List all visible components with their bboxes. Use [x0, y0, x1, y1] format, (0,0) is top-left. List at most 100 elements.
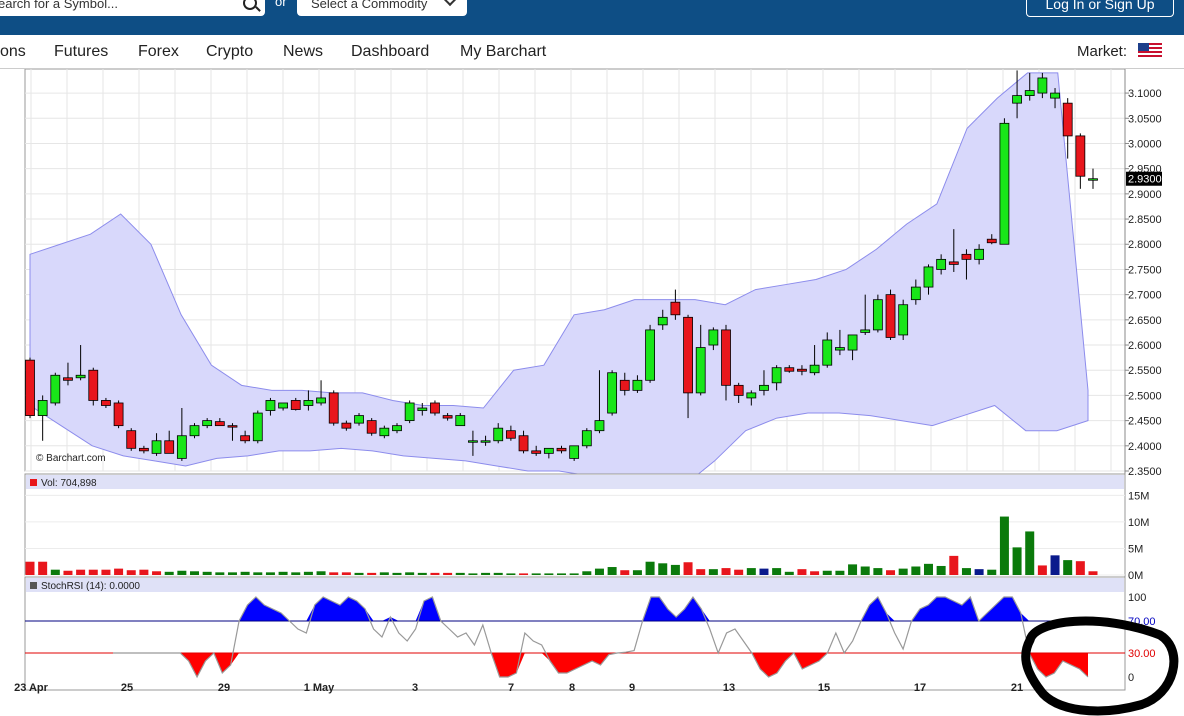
- volume-bar: [747, 568, 756, 575]
- main-nav: ons Futures Forex Crypto News Dashboard …: [0, 35, 1184, 68]
- us-flag-icon[interactable]: [1138, 43, 1162, 59]
- volume-bar: [266, 572, 275, 575]
- volume-bar: [595, 569, 604, 575]
- volume-bar: [430, 573, 439, 575]
- symbol-search-input[interactable]: earch for a Symbol...: [0, 0, 265, 16]
- volume-bar: [873, 568, 882, 575]
- price-tick-label: 2.6500: [1128, 315, 1162, 327]
- candle-body: [1038, 78, 1047, 93]
- login-button[interactable]: Log In or Sign Up: [1026, 0, 1174, 17]
- candle-body: [228, 426, 237, 428]
- candle-body: [519, 436, 528, 451]
- candle-body: [772, 368, 781, 383]
- candle: [114, 400, 123, 428]
- candle: [430, 400, 439, 415]
- price-tick-label: 3.1000: [1128, 88, 1162, 100]
- candle: [582, 428, 591, 448]
- candle-body: [949, 262, 958, 265]
- search-icon[interactable]: [243, 0, 257, 10]
- candle-body: [380, 428, 389, 436]
- candle: [405, 400, 414, 423]
- price-tick-label: 2.3500: [1128, 466, 1162, 478]
- volume-bar: [759, 569, 768, 575]
- volume-bar: [127, 570, 136, 575]
- volume-tick-label: 15M: [1128, 490, 1149, 502]
- volume-bar: [228, 572, 237, 575]
- volume-panel: Vol: 704,89815M10M5M0M: [25, 474, 1149, 582]
- price-tick-label: 2.4500: [1128, 416, 1162, 428]
- candle: [127, 428, 136, 451]
- candle-body: [329, 393, 338, 423]
- price-chart[interactable]: 3.10003.05003.00002.95002.90002.85002.80…: [0, 69, 1184, 716]
- volume-bar: [1038, 565, 1047, 575]
- volume-bar: [620, 570, 629, 575]
- volume-bar: [557, 573, 566, 575]
- volume-bar: [544, 573, 553, 575]
- candle-body: [1025, 91, 1034, 96]
- nav-item-crypto[interactable]: Crypto: [206, 43, 253, 61]
- candle-body: [481, 441, 490, 443]
- candle-body: [582, 431, 591, 446]
- volume-bar: [291, 572, 300, 575]
- price-tick-label: 3.0500: [1128, 113, 1162, 125]
- nav-item-forex[interactable]: Forex: [138, 43, 179, 61]
- candle-body: [658, 317, 667, 325]
- candle-body: [633, 380, 642, 390]
- nav-item-news[interactable]: News: [283, 43, 323, 61]
- price-tick-label: 2.7000: [1128, 290, 1162, 302]
- candle-body: [861, 330, 870, 333]
- volume-bar: [506, 573, 515, 575]
- candle-body: [266, 400, 275, 410]
- volume-bar: [468, 573, 477, 575]
- volume-bar: [797, 569, 806, 575]
- nav-item-options[interactable]: ons: [0, 43, 26, 61]
- date-label: 7: [508, 682, 514, 694]
- candle-body: [1076, 136, 1085, 176]
- volume-bar: [165, 572, 174, 575]
- volume-bar: [380, 572, 389, 575]
- candle-body: [114, 403, 123, 426]
- volume-bar: [861, 567, 870, 576]
- candle-body: [595, 421, 604, 431]
- volume-bar: [342, 572, 351, 575]
- stochrsi-panel: StochRSI (14): 0.000010070.0030.000: [25, 577, 1156, 690]
- volume-bar: [1051, 555, 1060, 575]
- date-label: 9: [629, 682, 635, 694]
- nav-item-my-barchart[interactable]: My Barchart: [460, 43, 546, 61]
- candle-body: [430, 403, 439, 413]
- candle-body: [1051, 93, 1060, 98]
- candle-body: [823, 340, 832, 365]
- candle-body: [468, 441, 477, 443]
- candle-body: [709, 330, 718, 345]
- volume-bar: [304, 572, 313, 575]
- commodity-select[interactable]: Select a Commodity: [297, 0, 467, 16]
- volume-label: Vol: 704,898: [41, 478, 97, 489]
- stochrsi-label: StochRSI (14): 0.0000: [41, 581, 140, 592]
- date-label: 3: [412, 682, 418, 694]
- volume-bar: [1063, 560, 1072, 575]
- volume-bar: [1013, 547, 1022, 575]
- nav-item-dashboard[interactable]: Dashboard: [351, 43, 429, 61]
- last-price-label: 2.9300: [1128, 174, 1162, 186]
- volume-bar: [405, 572, 414, 575]
- price-tick-label: 2.6000: [1128, 340, 1162, 352]
- volume-bar: [481, 573, 490, 575]
- candle-body: [962, 254, 971, 259]
- date-label: 21: [1011, 682, 1023, 694]
- candle-body: [203, 421, 212, 426]
- candle: [899, 300, 908, 340]
- volume-bar: [190, 571, 199, 575]
- volume-header: [26, 475, 1124, 489]
- volume-bar: [1076, 561, 1085, 575]
- candle-body: [886, 295, 895, 338]
- volume-bar: [924, 564, 933, 575]
- candle-body: [987, 239, 996, 243]
- candle-body: [152, 441, 161, 454]
- volume-bar: [772, 568, 781, 575]
- search-placeholder: earch for a Symbol...: [0, 0, 118, 16]
- volume-bar: [608, 567, 617, 575]
- candle-body: [975, 249, 984, 259]
- candle-body: [291, 400, 300, 409]
- nav-item-futures[interactable]: Futures: [54, 43, 108, 61]
- chevron-down-icon: [443, 0, 457, 6]
